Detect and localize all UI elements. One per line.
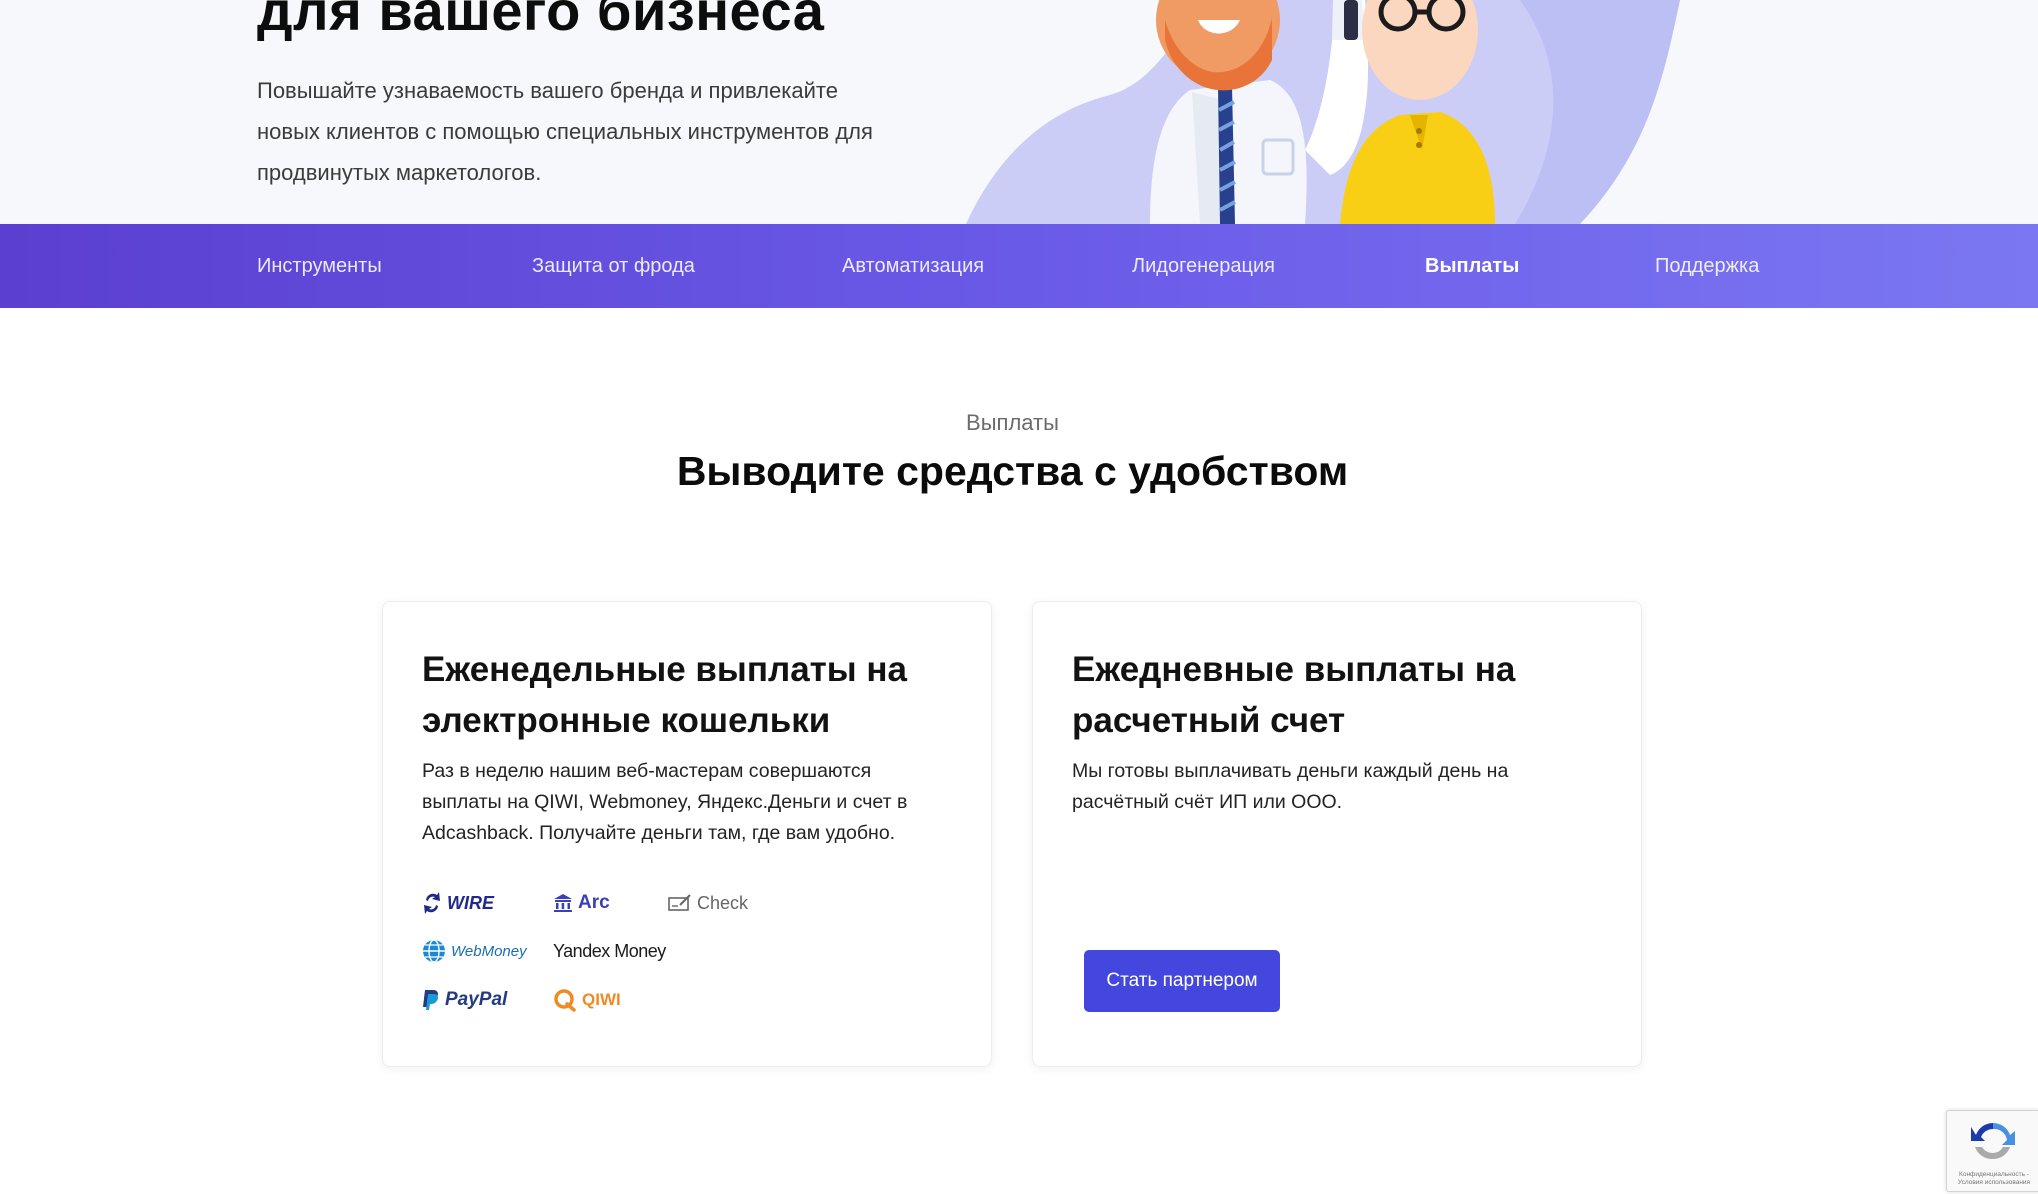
payment-method-label: QIWI [582, 990, 621, 1009]
hero-section: для вашего бизнеса Повышайте узнаваемост… [0, 0, 2038, 224]
section-eyebrow: Выплаты [966, 410, 1059, 435]
wire-transfer-icon [424, 892, 440, 914]
nav-item-lead-generation[interactable]: Лидогенерация [1132, 224, 1275, 308]
qiwi-icon [554, 989, 576, 1012]
webmoney-globe-icon [423, 939, 445, 963]
hero-illustration [966, 0, 1680, 224]
payment-method-wire: WIRE [422, 889, 494, 917]
card-text: Мы готовы выплачивать деньги каждый день… [1072, 760, 1509, 813]
nav-item-automation[interactable]: Автоматизация [842, 224, 984, 308]
recaptcha-footer[interactable]: Конфиденциальность - Условия использован… [1951, 1171, 2037, 1187]
payment-method-webmoney: WebMoney [422, 937, 527, 965]
card-title: Ежедневные выплаты на расчетный счет [1072, 650, 1516, 740]
recaptcha-icon [1971, 1123, 2015, 1160]
check-pen-icon [668, 894, 691, 911]
card-title: Еженедельные выплаты на электронные коше… [422, 650, 908, 740]
payment-method-label: WebMoney [451, 942, 527, 960]
hero-title: для вашего бизнеса [257, 0, 825, 42]
payment-method-check: Check [668, 889, 748, 917]
bank-building-icon [554, 894, 572, 912]
payment-method-label: Check [697, 892, 749, 913]
payment-method-label: Yandex Money [553, 940, 666, 961]
payment-method-yandex-money: Yandex Money [553, 937, 666, 965]
feature-nav: Инструменты Защита от фрода Автоматизаци… [0, 224, 2038, 308]
become-partner-button[interactable]: Стать партнером [1084, 950, 1280, 1012]
payment-method-label: PayPal [445, 989, 508, 1010]
payment-method-paypal: PayPal [422, 986, 507, 1014]
payment-method-arc: Arc [553, 889, 610, 917]
hero-description: Повышайте узнаваемость вашего бренда и п… [257, 78, 873, 185]
recaptcha-badge[interactable]: Конфиденциальность - Условия использован… [1946, 1110, 2038, 1192]
payment-method-label: Arc [578, 892, 610, 913]
section-title: Выводите средства с удобством [676, 448, 1349, 494]
payment-method-label: WIRE [447, 892, 494, 913]
payment-method-qiwi: QIWI [553, 986, 621, 1014]
card-text: Раз в неделю нашим веб-мастерам совершаю… [422, 760, 908, 844]
nav-item-fraud-protection[interactable]: Защита от фрода [532, 224, 695, 308]
nav-item-payouts[interactable]: Выплаты [1425, 224, 1519, 308]
daily-payouts-card: Ежедневные выплаты на расчетный счет Мы … [1032, 601, 1642, 1067]
nav-item-tools[interactable]: Инструменты [257, 224, 382, 308]
weekly-payouts-card: Еженедельные выплаты на электронные коше… [382, 601, 992, 1067]
nav-item-support[interactable]: Поддержка [1655, 224, 1759, 308]
paypal-icon [423, 990, 439, 1010]
